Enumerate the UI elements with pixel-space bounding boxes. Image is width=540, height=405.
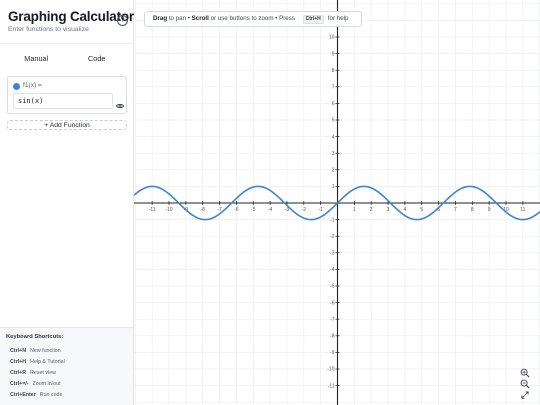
app-subtitle: Enter functions to visualize [8,26,89,33]
x-tick-label: 2 [370,207,373,213]
x-tick-label: 5 [420,207,423,213]
y-tick-label: 9 [332,51,335,57]
y-tick-label: 2 [332,168,335,174]
tab-manual[interactable]: Manual [6,50,67,68]
x-tick-label: -5 [251,207,256,213]
toolbar-help-text: for help [327,15,349,22]
x-tick-label: 8 [471,207,474,213]
shortcut-row: Ctrl+N New function [6,345,133,356]
x-tick-label: 3 [387,207,390,213]
shortcut-action: Help & Tutorial [30,358,65,365]
x-tick-label: 7 [454,207,457,213]
tab-code[interactable]: Code [67,50,128,68]
y-tick-label: 3 [332,151,335,157]
y-tick-label: 8 [332,68,335,74]
toolbar-zoom-text: or use buttons to zoom • Press [208,15,297,22]
eye-icon[interactable] [116,97,124,109]
app-header: Graphing Calculator Enter functions to v… [0,0,134,44]
help-toolbar: Drag to pan • Scroll or use buttons to z… [144,11,362,27]
y-tick-label: 1 [332,184,335,190]
toolbar-pan-text: to pan • [167,15,192,22]
x-tick-label: -6 [234,207,239,213]
x-tick-label: 9 [488,207,491,213]
shortcut-key: Ctrl+H [10,358,27,365]
fit-view-icon[interactable] [520,387,530,399]
shortcut-action: Zoom in/out [32,380,61,387]
shortcut-row: Ctrl+R Reset view [6,367,133,378]
shortcut-row: Ctrl+H Help & Tutorial [6,356,133,367]
shortcut-action: Run code [39,391,63,398]
toolbar-help-key: Ctrl+H [302,15,324,24]
x-tick-label: -10 [165,207,172,213]
y-tick-label: -11 [328,383,335,389]
function-expression-input[interactable]: sin(x) [13,93,113,109]
y-tick-label: 6 [332,101,335,107]
y-tick-label: 7 [332,85,335,91]
x-tick-label: -1 [318,207,323,213]
y-tick-label: 5 [332,118,335,124]
x-tick-label: -11 [149,207,156,213]
toolbar-drag: Drag [153,15,168,22]
y-tick-label: -3 [330,251,335,257]
shortcut-key: Ctrl+N [10,347,27,354]
x-tick-label: 4 [404,207,407,213]
function-name: f1(x) = [23,82,42,89]
mode-tabs: Manual Code [0,44,133,74]
x-tick-label: 11 [520,207,525,213]
graph-canvas[interactable]: -11 -10 -9 -8 -7 -6 -5 -4 -3 -2 -1 1 2 3 4 5 6 7 8 9 10 11-11… [134,0,540,405]
shortcuts-title: Keyboard Shortcuts: [6,334,64,340]
x-tick-label: -8 [200,207,205,213]
shortcut-row: Ctrl+Enter Run code [6,389,133,400]
function-color-dot[interactable] [13,83,20,90]
y-tick-label: -8 [330,334,335,340]
x-tick-label: -2 [302,207,307,213]
x-tick-label: 1 [353,207,356,213]
y-tick-label: 4 [332,134,335,140]
toolbar-scroll: Scroll [191,15,209,22]
shortcut-key: Ctrl+=/- [10,380,29,387]
y-tick-label: 10 [329,35,335,41]
shortcut-key: Ctrl+R [10,369,27,376]
y-tick-label: -2 [330,234,335,240]
y-tick-label: -5 [330,284,335,290]
y-tick-label: -9 [330,350,335,356]
keyboard-shortcuts-panel: Keyboard Shortcuts: Ctrl+N New function C… [0,327,133,405]
zoom-out-icon[interactable] [520,376,530,389]
shortcut-action: New function [30,347,61,354]
app-title: Graphing Calculator [8,9,134,24]
function-card: f1(x) = sin(x) [7,76,127,114]
y-tick-label: -6 [330,300,335,306]
y-tick-label: -4 [330,267,335,273]
shortcut-key: Ctrl+Enter [10,391,36,398]
x-tick-label: -4 [268,207,273,213]
y-tick-label: -1 [330,217,335,223]
help-button[interactable]: ? [117,15,128,26]
sidebar: Graphing Calculator Enter functions to v… [0,0,134,405]
shortcut-row: Ctrl+=/- Zoom in/out [6,378,133,389]
add-function-button[interactable]: + Add Function [7,120,127,130]
y-tick-label: -7 [330,317,335,323]
shortcut-action: Reset view [30,369,56,376]
y-tick-label: -10 [327,367,334,373]
zoom-in-icon[interactable] [520,365,530,378]
